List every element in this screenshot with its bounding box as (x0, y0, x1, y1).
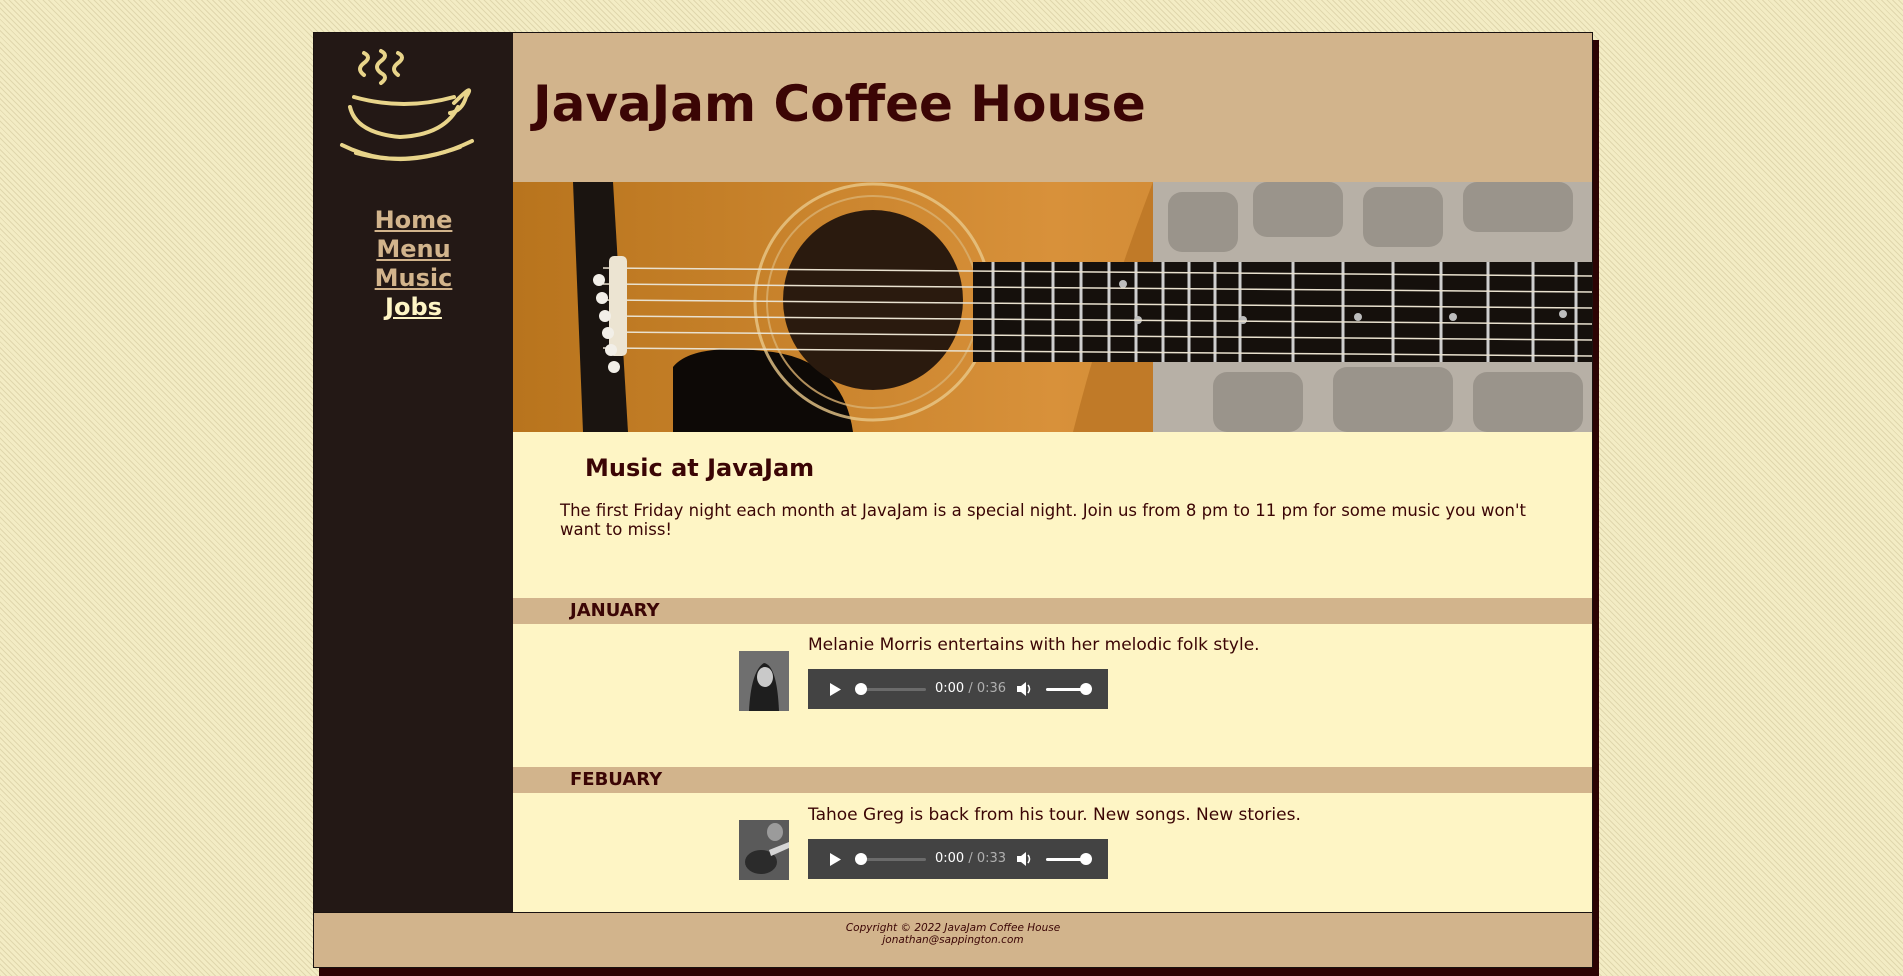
volume-icon[interactable] (1016, 681, 1034, 697)
page-wrapper: Home Menu Music Jobs JavaJam Coffee Hous… (313, 32, 1593, 968)
nav-menu-link[interactable]: Menu (314, 235, 513, 264)
copyright-text: Copyright © 2022 JavaJam Coffee House (845, 922, 1061, 934)
audio-time: 0:00 / 0:36 (935, 681, 1007, 696)
tahoe-greg-thumbnail (739, 820, 789, 880)
event-description-january: Melanie Morris entertains with her melod… (808, 635, 1260, 655)
page-heading: Music at JavaJam (585, 454, 815, 482)
play-icon[interactable] (828, 852, 842, 867)
volume-handle[interactable] (1080, 853, 1092, 865)
nav-home-link[interactable]: Home (314, 206, 513, 235)
month-heading-january: JANUARY (513, 598, 1592, 624)
sidebar: Home Menu Music Jobs (314, 33, 513, 913)
nav-jobs-link[interactable]: Jobs (314, 293, 513, 322)
footer-email-link[interactable]: jonathan@sappington.com (314, 934, 1592, 946)
audio-time: 0:00 / 0:33 (935, 851, 1007, 866)
play-icon[interactable] (828, 682, 842, 697)
main-content: Music at JavaJam The first Friday night … (513, 432, 1592, 914)
audio-player-january[interactable]: 0:00 / 0:36 (808, 669, 1108, 709)
coffee-cup-logo-icon (340, 49, 474, 161)
intro-text: The first Friday night each month at Jav… (560, 501, 1526, 539)
event-description-febuary: Tahoe Greg is back from his tour. New so… (808, 805, 1301, 825)
nav-music-link[interactable]: Music (314, 264, 513, 293)
month-heading-febuary: FEBUARY (513, 767, 1592, 793)
site-title: JavaJam Coffee House (533, 75, 1146, 133)
melanie-morris-thumbnail (739, 651, 789, 711)
volume-icon[interactable] (1016, 851, 1034, 867)
main-nav: Home Menu Music Jobs (314, 206, 513, 322)
volume-handle[interactable] (1080, 683, 1092, 695)
footer: Copyright © 2022 JavaJam Coffee House jo… (314, 912, 1592, 967)
audio-seek-handle[interactable] (855, 683, 867, 695)
hero-guitar-image (513, 182, 1592, 432)
audio-player-febuary[interactable]: 0:00 / 0:33 (808, 839, 1108, 879)
header: JavaJam Coffee House (513, 33, 1592, 182)
audio-seek-handle[interactable] (855, 853, 867, 865)
